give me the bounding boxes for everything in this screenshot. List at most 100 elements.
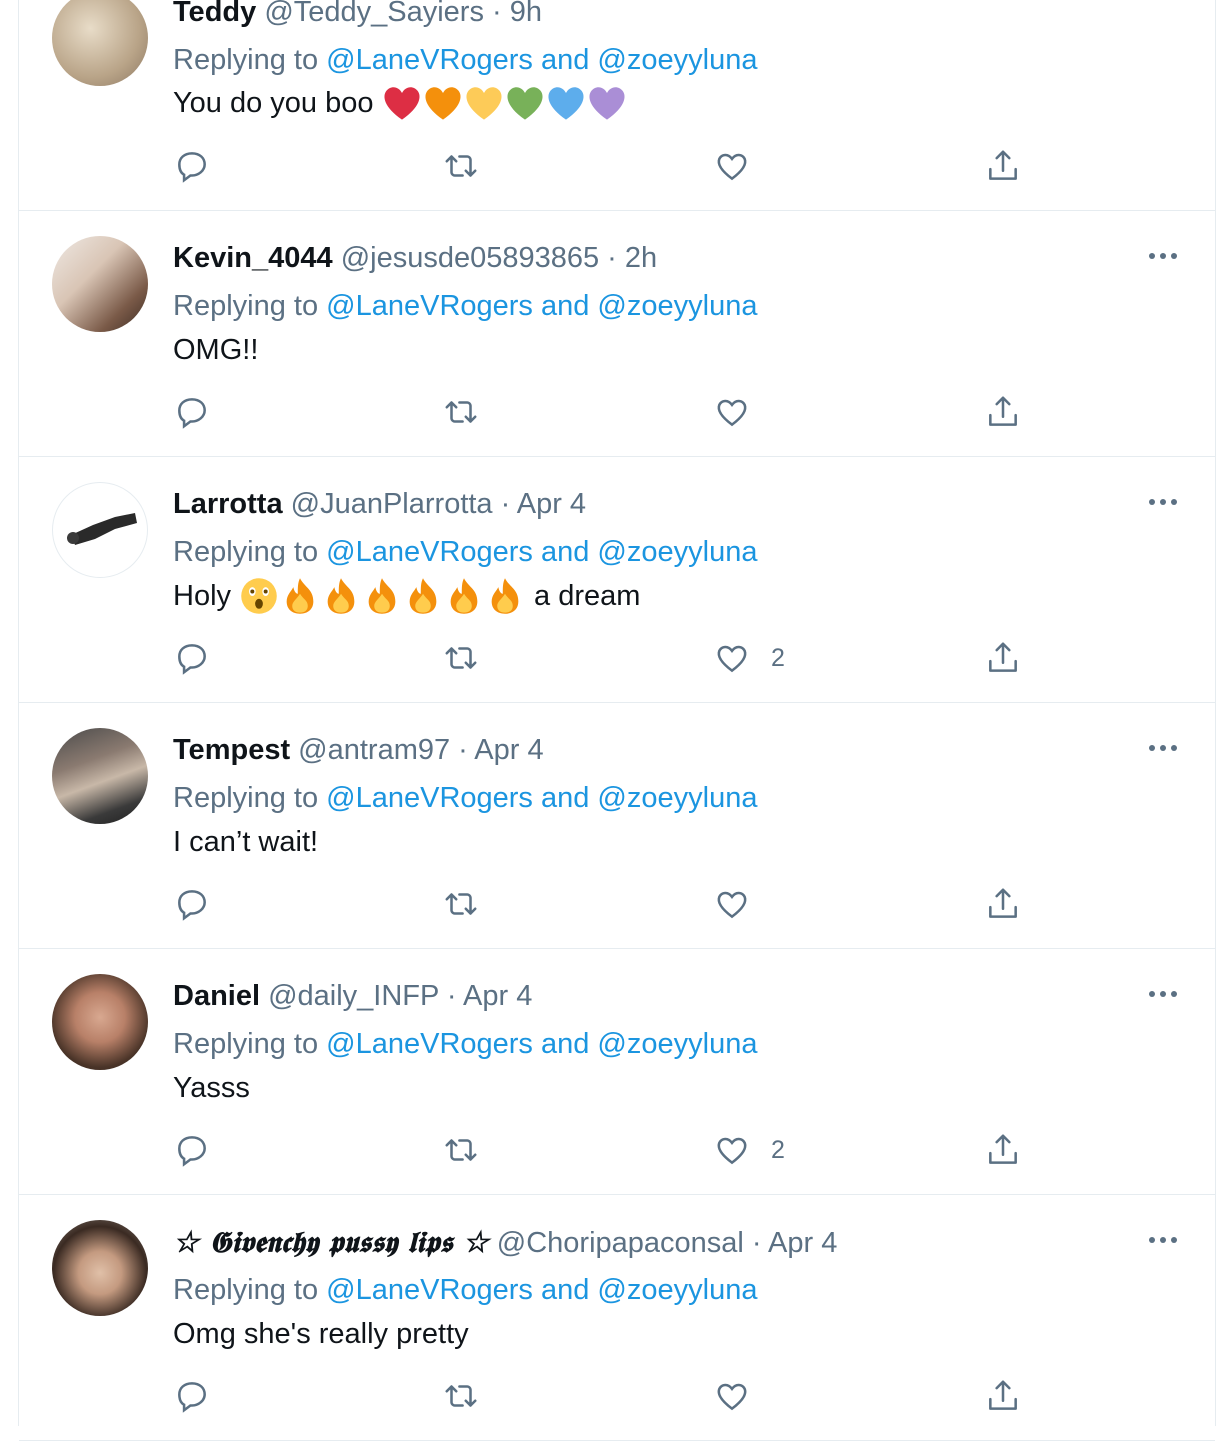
tweet-larrotta[interactable]: Larrotta @JuanPlarrotta · Apr 4 Replying… bbox=[19, 457, 1215, 703]
user-handle[interactable]: @Choripapaconsal bbox=[497, 1227, 744, 1259]
reply-button[interactable] bbox=[173, 392, 211, 432]
purple-heart-icon bbox=[588, 87, 625, 120]
share-button[interactable] bbox=[984, 638, 1022, 678]
user-handle[interactable]: @daily_INFP bbox=[268, 980, 439, 1012]
retweet-button[interactable] bbox=[442, 392, 480, 432]
display-name[interactable]: Tempest bbox=[173, 734, 290, 766]
tweet-kevin[interactable]: Kevin_4044 @jesusde05893865 · 2h Replyin… bbox=[19, 211, 1215, 457]
timestamp[interactable]: Apr 4 bbox=[474, 734, 543, 766]
share-icon bbox=[989, 1134, 1017, 1164]
display-name[interactable]: Daniel bbox=[173, 980, 260, 1012]
tweet-actions: 2 bbox=[173, 1130, 1073, 1170]
more-options-button[interactable] bbox=[1143, 244, 1183, 268]
like-icon bbox=[717, 1383, 747, 1411]
share-button[interactable] bbox=[984, 884, 1022, 924]
timestamp[interactable]: Apr 4 bbox=[768, 1227, 837, 1259]
like-button[interactable]: 2 bbox=[713, 1130, 785, 1170]
share-icon bbox=[989, 396, 1017, 426]
display-name[interactable]: Kevin_4044 bbox=[173, 242, 333, 274]
retweet-button[interactable] bbox=[442, 1376, 480, 1416]
replying-to: Replying to @LaneVRogers and @zoeyyluna bbox=[173, 778, 757, 818]
replying-to-link[interactable]: @LaneVRogers and @zoeyyluna bbox=[326, 44, 757, 76]
replying-to-link[interactable]: @LaneVRogers and @zoeyyluna bbox=[326, 782, 757, 814]
share-button[interactable] bbox=[984, 1376, 1022, 1416]
retweet-button[interactable] bbox=[442, 1130, 480, 1170]
tweet-header: Kevin_4044 @jesusde05893865 · 2h bbox=[173, 238, 657, 278]
replying-to-link[interactable]: @LaneVRogers and @zoeyyluna bbox=[326, 1028, 757, 1060]
avatar[interactable] bbox=[52, 0, 148, 86]
fire-icon bbox=[491, 578, 519, 614]
user-handle[interactable]: @Teddy_Sayiers bbox=[264, 0, 484, 28]
like-button[interactable] bbox=[713, 884, 771, 924]
like-button[interactable] bbox=[713, 392, 771, 432]
yellow-heart-icon bbox=[465, 87, 502, 120]
avatar[interactable] bbox=[52, 236, 148, 332]
separator-dot: · bbox=[492, 488, 517, 520]
reply-button[interactable] bbox=[173, 884, 211, 924]
tweet-teddy[interactable]: Teddy @Teddy_Sayiers · 9h Replying to @L… bbox=[19, 0, 1215, 211]
share-button[interactable] bbox=[984, 392, 1022, 432]
tweet-choripapaconsal[interactable]: ☆ 𝕲𝖎𝖛𝖊𝖓𝖈𝖍𝖞 𝖕𝖚𝖘𝖘𝖞 𝖑𝖎𝖕𝖘 ☆ @Choripapaconsal… bbox=[19, 1195, 1215, 1441]
reply-icon bbox=[178, 644, 206, 675]
share-icon bbox=[989, 888, 1017, 918]
share-button[interactable] bbox=[984, 146, 1022, 186]
tweet-text-body: Omg she's really pretty bbox=[173, 1318, 469, 1350]
retweet-button[interactable] bbox=[442, 146, 480, 186]
more-options-button[interactable] bbox=[1143, 490, 1183, 514]
blue-heart-icon bbox=[547, 87, 584, 120]
like-button[interactable] bbox=[713, 146, 771, 186]
replying-prefix: Replying to bbox=[173, 44, 327, 76]
fire-icon bbox=[368, 578, 396, 614]
like-count: 2 bbox=[771, 1135, 785, 1164]
tweet-text-body: You do you boo bbox=[173, 87, 374, 119]
user-handle[interactable]: @jesusde05893865 bbox=[341, 242, 599, 274]
reply-button[interactable] bbox=[173, 1130, 211, 1170]
avatar[interactable] bbox=[52, 974, 148, 1070]
user-handle[interactable]: @JuanPlarrotta bbox=[291, 488, 493, 520]
like-button[interactable]: 2 bbox=[713, 638, 785, 678]
reply-button[interactable] bbox=[173, 638, 211, 678]
like-icon bbox=[717, 399, 747, 427]
replying-prefix: Replying to bbox=[173, 782, 327, 814]
reply-button[interactable] bbox=[173, 1376, 211, 1416]
like-icon bbox=[717, 645, 747, 673]
display-name[interactable]: Teddy bbox=[173, 0, 256, 28]
avatar[interactable] bbox=[52, 1220, 148, 1316]
timestamp[interactable]: Apr 4 bbox=[517, 488, 586, 520]
reply-button[interactable] bbox=[173, 146, 211, 186]
tweet-actions bbox=[173, 1376, 1073, 1416]
display-name[interactable]: ☆ 𝕲𝖎𝖛𝖊𝖓𝖈𝖍𝖞 𝖕𝖚𝖘𝖘𝖞 𝖑𝖎𝖕𝖘 ☆ bbox=[173, 1225, 489, 1259]
timestamp[interactable]: Apr 4 bbox=[463, 980, 532, 1012]
like-button[interactable] bbox=[713, 1376, 771, 1416]
replying-to-link[interactable]: @LaneVRogers and @zoeyyluna bbox=[326, 290, 757, 322]
share-icon bbox=[989, 1380, 1017, 1410]
tweet-actions bbox=[173, 392, 1073, 432]
avatar[interactable] bbox=[52, 482, 148, 578]
tweet-tempest[interactable]: Tempest @antram97 · Apr 4 Replying to @L… bbox=[19, 703, 1215, 949]
retweet-button[interactable] bbox=[442, 638, 480, 678]
user-handle[interactable]: @antram97 bbox=[298, 734, 450, 766]
tweet-text-body: Holy bbox=[173, 580, 232, 612]
fire-icon bbox=[327, 578, 355, 614]
fire-icon bbox=[450, 578, 478, 614]
tweet-text-body: I can’t wait! bbox=[173, 826, 319, 858]
more-options-button[interactable] bbox=[1143, 736, 1183, 760]
astonished-face-icon bbox=[241, 578, 277, 614]
fire-icon bbox=[409, 578, 437, 614]
replying-to-link[interactable]: @LaneVRogers and @zoeyyluna bbox=[326, 1274, 757, 1306]
tweet-text: You do you boo bbox=[173, 82, 628, 124]
retweet-button[interactable] bbox=[442, 884, 480, 924]
timestamp[interactable]: 9h bbox=[510, 0, 542, 28]
replying-to: Replying to @LaneVRogers and @zoeyyluna bbox=[173, 40, 757, 80]
share-button[interactable] bbox=[984, 1130, 1022, 1170]
tweet-daniel[interactable]: Daniel @daily_INFP · Apr 4 Replying to @… bbox=[19, 949, 1215, 1195]
replying-prefix: Replying to bbox=[173, 536, 327, 568]
timestamp[interactable]: 2h bbox=[625, 242, 657, 274]
avatar[interactable] bbox=[52, 728, 148, 824]
more-options-button[interactable] bbox=[1143, 1228, 1183, 1252]
more-options-button[interactable] bbox=[1143, 982, 1183, 1006]
replying-to-link[interactable]: @LaneVRogers and @zoeyyluna bbox=[326, 536, 757, 568]
reply-icon bbox=[178, 152, 206, 183]
replying-prefix: Replying to bbox=[173, 290, 327, 322]
display-name[interactable]: Larrotta bbox=[173, 488, 283, 520]
